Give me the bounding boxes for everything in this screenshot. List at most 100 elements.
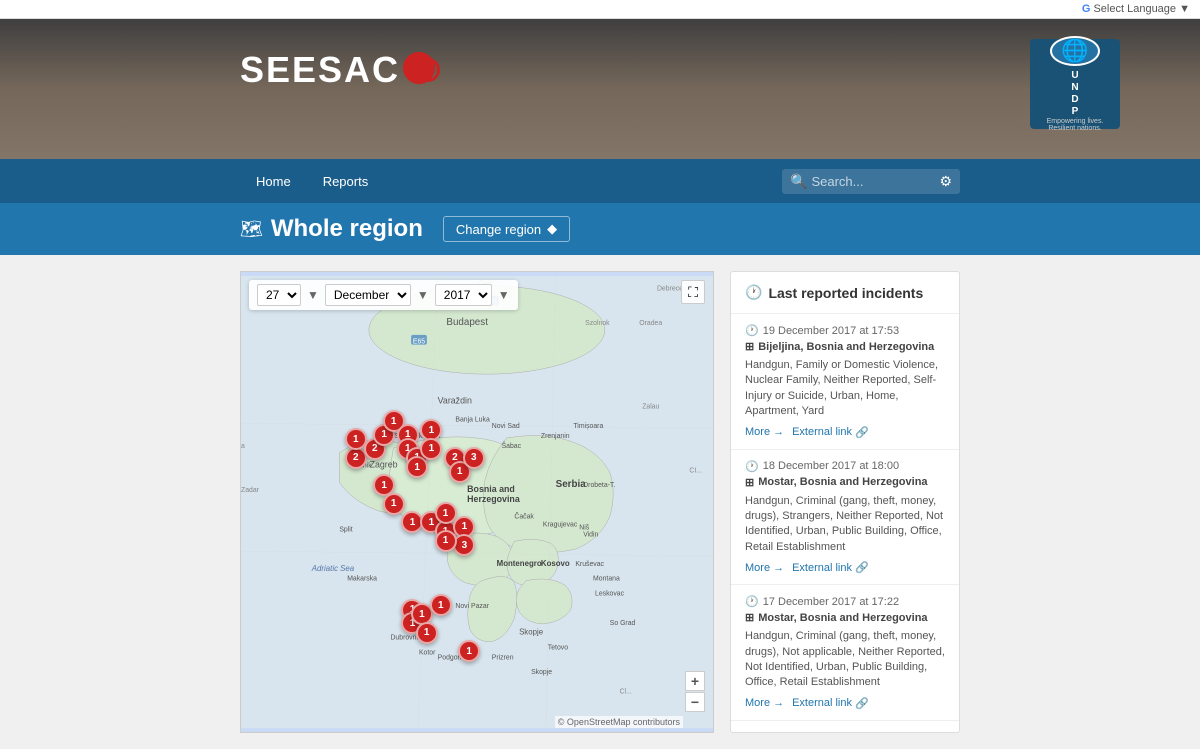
cluster-marker[interactable]: 3 bbox=[463, 447, 485, 469]
search-bar: 🔍 ⚙ bbox=[782, 169, 960, 194]
settings-icon[interactable]: ⚙ bbox=[939, 173, 952, 190]
cluster-marker[interactable]: 1 bbox=[435, 530, 457, 552]
incident-panel: 🕐 Last reported incidents 🕐 19 December … bbox=[730, 271, 960, 733]
cluster-marker[interactable]: 1 bbox=[458, 640, 480, 662]
svg-text:Budapest: Budapest bbox=[446, 317, 488, 328]
svg-text:Skopje: Skopje bbox=[519, 628, 544, 637]
link-icon: 🔗 bbox=[855, 697, 869, 710]
incident-location: ⊞ Mostar, Bosnia and Herzegovina bbox=[745, 476, 945, 489]
svg-text:Novi Pazar: Novi Pazar bbox=[455, 603, 489, 610]
map-svg: Budapest Zagreb Varaždin Bosnia and Herz… bbox=[241, 272, 713, 732]
undp-logo[interactable]: 🌐 UNDP Empowering lives. Resilient natio… bbox=[1030, 39, 1120, 129]
arrow-icon: → bbox=[773, 697, 784, 709]
map-icon: 🗺 bbox=[240, 219, 263, 240]
search-icon: 🔍 bbox=[790, 173, 807, 190]
zoom-in-button[interactable]: + bbox=[685, 671, 705, 691]
svg-text:Zalau: Zalau bbox=[642, 404, 659, 411]
nav-reports[interactable]: Reports bbox=[307, 159, 385, 203]
clock-small-icon: 🕐 bbox=[745, 324, 759, 337]
map-background: Budapest Zagreb Varaždin Bosnia and Herz… bbox=[241, 272, 713, 732]
svg-text:Kruševac: Kruševac bbox=[575, 561, 604, 568]
month-select[interactable]: December bbox=[325, 284, 411, 306]
search-input[interactable] bbox=[811, 174, 931, 189]
svg-text:Timișoara: Timișoara bbox=[573, 423, 603, 430]
incident-list: 🕐 19 December 2017 at 17:53 ⊞ Bijeljina,… bbox=[731, 314, 959, 721]
svg-text:Serbia: Serbia bbox=[556, 479, 587, 490]
svg-text:Drobeta-T.: Drobeta-T. bbox=[583, 482, 615, 489]
incident-panel-header: 🕐 Last reported incidents bbox=[731, 272, 959, 314]
incident-time: 🕐 19 December 2017 at 17:53 bbox=[745, 324, 945, 337]
year-select[interactable]: 2017 bbox=[435, 284, 492, 306]
navbar: Home Reports 🔍 ⚙ bbox=[0, 159, 1200, 203]
fullscreen-button[interactable]: ⛶ bbox=[681, 280, 705, 304]
cluster-marker[interactable]: 1 bbox=[416, 622, 438, 644]
undp-text: UNDP bbox=[1071, 70, 1078, 118]
link-icon: 🔗 bbox=[855, 426, 869, 439]
region-bar: 🗺 Whole region Change region ◆ bbox=[0, 203, 1200, 255]
google-g-icon: G bbox=[1082, 3, 1091, 15]
day-select[interactable]: 27 bbox=[257, 284, 301, 306]
svg-text:Šabac: Šabac bbox=[502, 441, 522, 450]
cluster-marker[interactable]: 1 bbox=[435, 502, 457, 524]
svg-text:Zrenjanin: Zrenjanin bbox=[541, 433, 570, 440]
svg-text:Cl...: Cl... bbox=[620, 689, 632, 696]
svg-text:Bosnia and: Bosnia and bbox=[467, 484, 515, 494]
clock-icon: 🕐 bbox=[745, 284, 762, 301]
map-container[interactable]: 27 ▼ December ▼ 2017 ▼ ⛶ bbox=[240, 271, 714, 733]
svg-text:So Grad: So Grad bbox=[610, 620, 636, 627]
change-region-button[interactable]: Change region ◆ bbox=[443, 216, 570, 242]
cluster-marker[interactable]: 1 bbox=[383, 493, 405, 515]
svg-text:Kosovo: Kosovo bbox=[541, 559, 570, 568]
svg-text:E65: E65 bbox=[413, 339, 425, 346]
svg-text:Oradea: Oradea bbox=[639, 320, 662, 327]
more-button[interactable]: More → bbox=[745, 697, 784, 710]
month-dropdown-arrow: ▼ bbox=[417, 288, 429, 302]
svg-text:Zadar: Zadar bbox=[241, 487, 260, 494]
zoom-out-button[interactable]: − bbox=[685, 692, 705, 712]
more-button[interactable]: More → bbox=[745, 561, 784, 574]
external-link-button[interactable]: External link 🔗 bbox=[792, 697, 869, 710]
cluster-marker[interactable]: 1 bbox=[430, 594, 452, 616]
svg-text:a: a bbox=[241, 443, 245, 450]
svg-text:Kragujevac: Kragujevac bbox=[543, 522, 578, 529]
header-banner: SEESAC 🌐 UNDP Empowering lives. Resilien… bbox=[0, 19, 1200, 159]
external-link-button[interactable]: External link 🔗 bbox=[792, 426, 869, 439]
seesac-logo-circle bbox=[403, 52, 435, 84]
external-link-button[interactable]: External link 🔗 bbox=[792, 561, 869, 574]
svg-text:Zagreb: Zagreb bbox=[370, 460, 398, 470]
svg-text:Split: Split bbox=[339, 527, 352, 534]
incident-location: ⊞ Bijeljina, Bosnia and Herzegovina bbox=[745, 340, 945, 353]
incident-time: 🕐 18 December 2017 at 18:00 bbox=[745, 460, 945, 473]
cluster-marker[interactable]: 1 bbox=[420, 438, 442, 460]
svg-text:Montenegro: Montenegro bbox=[497, 559, 542, 568]
svg-text:Adriatic Sea: Adriatic Sea bbox=[311, 564, 355, 573]
location-grid-icon: ⊞ bbox=[745, 476, 754, 489]
svg-text:Szolnok: Szolnok bbox=[585, 320, 610, 327]
svg-text:Makarska: Makarska bbox=[347, 576, 377, 583]
navbar-links: Home Reports bbox=[240, 159, 782, 203]
svg-text:Leskovac: Leskovac bbox=[595, 590, 625, 597]
map-attribution: © OpenStreetMap contributors bbox=[555, 716, 683, 728]
change-region-arrow: ◆ bbox=[547, 221, 557, 237]
incident-location: ⊞ Mostar, Bosnia and Herzegovina bbox=[745, 611, 945, 624]
language-selector[interactable]: G Select Language ▼ bbox=[1082, 3, 1190, 15]
day-dropdown-arrow: ▼ bbox=[307, 288, 319, 302]
incident-description: Handgun, Family or Domestic Violence, Nu… bbox=[745, 358, 945, 420]
year-dropdown-arrow: ▼ bbox=[498, 288, 510, 302]
main-content: 27 ▼ December ▼ 2017 ▼ ⛶ bbox=[0, 255, 1200, 749]
seesac-logo[interactable]: SEESAC bbox=[240, 49, 435, 91]
svg-text:Vidin: Vidin bbox=[583, 531, 598, 538]
un-emblem: 🌐 bbox=[1050, 36, 1100, 66]
map-zoom-controls: + − bbox=[685, 671, 705, 712]
svg-text:Banja Luka: Banja Luka bbox=[455, 416, 490, 423]
region-title: Whole region bbox=[271, 215, 423, 243]
language-dropdown-arrow: ▼ bbox=[1179, 3, 1190, 15]
incident-item: 🕐 19 December 2017 at 17:53 ⊞ Bijeljina,… bbox=[731, 314, 959, 450]
incident-item: 🕐 17 December 2017 at 17:22 ⊞ Mostar, Bo… bbox=[731, 585, 959, 721]
more-button[interactable]: More → bbox=[745, 426, 784, 439]
undp-tagline: Empowering lives. Resilient nations. bbox=[1030, 118, 1120, 132]
svg-text:Skopje: Skopje bbox=[531, 669, 552, 676]
nav-home[interactable]: Home bbox=[240, 159, 307, 203]
location-grid-icon: ⊞ bbox=[745, 611, 754, 624]
svg-text:Montana: Montana bbox=[593, 576, 620, 583]
